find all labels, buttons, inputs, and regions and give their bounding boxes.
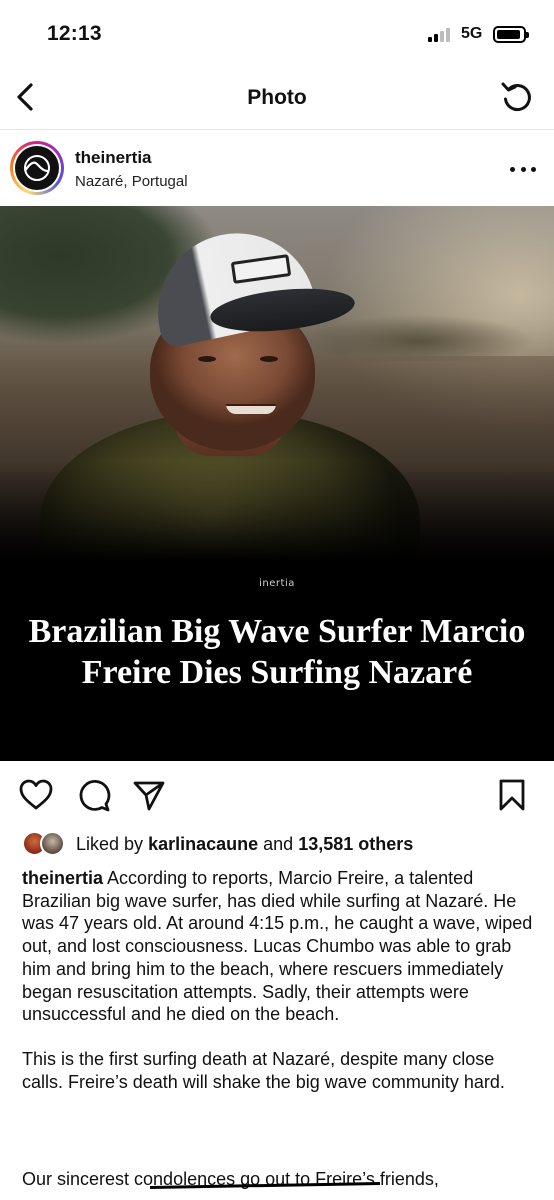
bookmark-icon [499,779,525,811]
refresh-button[interactable] [498,78,536,116]
post-header: theinertia Nazaré, Portugal [0,131,554,206]
more-horizontal-icon [510,166,515,172]
caption-paragraph: theinertia According to reports, Marcio … [22,868,533,1025]
caption-paragraph: This is the first surfing death at Nazar… [22,1048,505,1092]
signal-icon [428,28,454,42]
send-icon [133,781,165,811]
avatar [15,146,59,190]
page-title: Photo [247,86,307,109]
likes-row[interactable]: Liked by karlinacaune and 13,581 others [22,830,413,858]
caption-username[interactable]: theinertia [22,868,103,888]
story-ring[interactable] [10,141,64,195]
image-watermark: inertia [259,578,295,589]
status-bar: 12:13 5G [0,0,554,64]
likes-count[interactable]: 13,581 others [298,834,413,854]
caption: theinertia According to reports, Marcio … [22,867,534,1115]
comment-button[interactable] [76,777,112,813]
avatar [40,831,65,856]
more-options-button[interactable] [510,159,536,179]
post-location[interactable]: Nazaré, Portugal [75,173,188,190]
refresh-icon [501,82,531,112]
action-bar [0,761,554,829]
image-headline: Brazilian Big Wave Surfer Marcio Freire … [28,613,526,691]
wave-logo-icon [24,155,50,181]
share-button[interactable] [131,777,167,813]
heart-icon [19,779,53,810]
comment-icon [79,780,111,812]
battery-icon [493,26,529,43]
save-button[interactable] [494,777,530,813]
status-time: 12:13 [47,22,102,45]
network-label: 5G [461,25,483,42]
likes-text: Liked by karlinacaune and 13,581 others [76,833,414,854]
nav-bar: Photo [0,64,554,130]
liker-username[interactable]: karlinacaune [148,834,258,854]
post-username[interactable]: theinertia [75,148,152,168]
liker-avatars [22,831,70,857]
like-button[interactable] [18,777,54,813]
post-image[interactable]: inertia Brazilian Big Wave Surfer Marcio… [0,206,554,761]
